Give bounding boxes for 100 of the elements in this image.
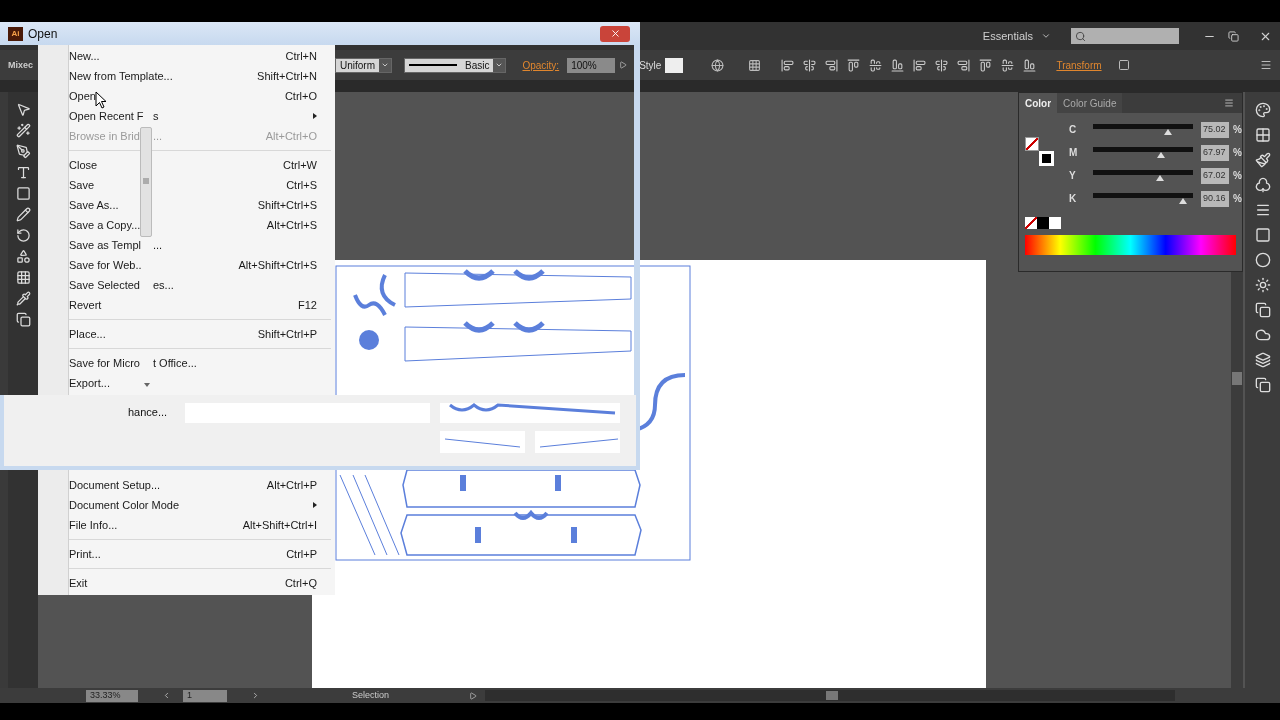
palette-icon[interactable] [1254, 102, 1271, 118]
align-icon[interactable] [891, 58, 905, 72]
copy-icon[interactable] [15, 312, 31, 327]
panel-tab[interactable]: Color Guide [1057, 93, 1123, 113]
profile-dropdown[interactable]: Uniform [335, 57, 392, 73]
scrollbar[interactable] [140, 127, 152, 237]
menu-item[interactable]: Save As... Shift+Ctrl+S [38, 195, 335, 215]
panel-tab[interactable]: Color [1019, 93, 1058, 113]
menu-item[interactable]: New... Ctrl+N [38, 46, 335, 66]
slider-thumb[interactable] [1164, 128, 1173, 135]
horizontal-scrollbar[interactable] [485, 690, 1176, 701]
wand-icon[interactable] [15, 123, 31, 138]
menu-item[interactable]: Save a Copy... Alt+Ctrl+S [38, 215, 335, 235]
lines-icon[interactable] [1254, 202, 1271, 218]
square-icon[interactable] [1117, 59, 1130, 71]
copy-icon[interactable] [1254, 377, 1271, 393]
align-icon[interactable] [781, 58, 795, 72]
rectangle-icon[interactable] [15, 186, 31, 201]
menu-item[interactable]: Save Ctrl+S [38, 175, 335, 195]
club-icon[interactable] [1254, 177, 1271, 193]
panel-menu-icon[interactable] [1260, 59, 1272, 71]
color-spectrum[interactable] [1025, 235, 1236, 255]
search-field[interactable] [1071, 28, 1179, 44]
menu-item[interactable]: Save for Micro t Office... [38, 353, 335, 373]
menu-item[interactable]: Place... Shift+Ctrl+P [38, 324, 335, 353]
type-icon[interactable] [15, 165, 31, 180]
next-icon[interactable] [251, 691, 260, 700]
grid-icon[interactable] [748, 58, 762, 72]
menu-item[interactable]: Print... Ctrl+P [38, 544, 335, 573]
stroke-swatch[interactable] [1039, 151, 1054, 166]
align-icon[interactable] [935, 58, 949, 72]
align-icon[interactable] [979, 58, 993, 72]
layers-icon[interactable] [1254, 352, 1271, 368]
slider-thumb[interactable] [1179, 197, 1188, 204]
transform-link[interactable]: Transform [1056, 57, 1102, 73]
slider-track[interactable] [1093, 169, 1194, 182]
copy-icon[interactable] [1254, 302, 1271, 318]
caret-icon [381, 61, 389, 69]
menu-item[interactable]: Document Setup... Alt+Ctrl+P [38, 475, 335, 495]
menu-item[interactable]: Save for Web.. Alt+Shift+Ctrl+S [38, 255, 335, 275]
slider-thumb[interactable] [1157, 151, 1166, 158]
circle-icon[interactable] [1254, 252, 1271, 268]
color-swatch[interactable] [1037, 217, 1049, 229]
panel-menu-icon[interactable] [1224, 98, 1234, 108]
value-field[interactable]: 90.16 [1201, 190, 1230, 207]
opacity-label[interactable]: Opacity: [522, 57, 560, 73]
menu-item[interactable]: Revert F12 [38, 295, 335, 324]
play-arrow-icon[interactable] [619, 61, 628, 69]
align-icon[interactable] [825, 58, 839, 72]
color-swatch[interactable] [1049, 217, 1061, 229]
selection-tool-icon[interactable] [15, 102, 31, 117]
workspace-dropdown[interactable]: Essentials [974, 27, 1059, 45]
align-icon[interactable] [869, 58, 883, 72]
scroll-down-icon[interactable] [144, 383, 150, 387]
play-arrow-icon[interactable] [469, 691, 478, 700]
pen-icon[interactable] [15, 144, 31, 159]
scroll-thumb[interactable] [826, 691, 839, 700]
align-icon[interactable] [913, 58, 927, 72]
shapes-icon[interactable] [15, 249, 31, 264]
align-icon[interactable] [1001, 58, 1015, 72]
none-swatch[interactable] [1025, 217, 1037, 229]
value-field[interactable]: 75.02 [1201, 121, 1230, 138]
sun-icon[interactable] [1254, 277, 1271, 293]
slider-thumb[interactable] [1156, 174, 1165, 181]
brush-icon[interactable] [1254, 152, 1271, 168]
slider-track[interactable] [1093, 146, 1194, 159]
menu-item[interactable]: Close Ctrl+W [38, 155, 335, 175]
fill-swatch[interactable] [1025, 137, 1039, 151]
align-icon[interactable] [1023, 58, 1037, 72]
slider-track[interactable] [1093, 123, 1194, 136]
slider-track[interactable] [1093, 192, 1194, 205]
restore-icon[interactable] [1228, 30, 1239, 42]
pencil-icon[interactable] [15, 207, 31, 222]
align-icon[interactable] [803, 58, 817, 72]
eyedropper-icon[interactable] [15, 291, 31, 306]
menu-item[interactable]: Save as Templ ... [38, 235, 335, 255]
align-icon[interactable] [847, 58, 861, 72]
menu-item[interactable]: New from Template... Shift+Ctrl+N [38, 66, 335, 86]
zoom-field[interactable]: 33.33% [86, 689, 138, 702]
grid-icon[interactable] [15, 270, 31, 285]
value-field[interactable]: 67.97 [1201, 144, 1230, 161]
opacity-field[interactable]: 100% [567, 57, 616, 73]
square-icon[interactable] [1254, 227, 1271, 243]
menu-item[interactable]: Exit Ctrl+Q [38, 573, 335, 593]
close-button[interactable] [600, 25, 630, 42]
style-swatch[interactable] [665, 57, 684, 73]
align-icon[interactable] [957, 58, 971, 72]
value-field[interactable]: 67.02 [1201, 167, 1230, 184]
menu-item[interactable]: File Info... Alt+Shift+Ctrl+I [38, 515, 335, 544]
brush-dropdown[interactable]: Basic [404, 57, 507, 73]
scroll-thumb[interactable] [1232, 372, 1242, 385]
menu-item[interactable]: Export... [38, 373, 335, 393]
menu-item[interactable]: Document Color Mode [38, 495, 335, 515]
grid-icon[interactable] [1254, 127, 1271, 143]
menu-item[interactable]: Save Selected es... [38, 275, 335, 295]
globe-icon[interactable] [711, 58, 725, 72]
previous-icon[interactable] [162, 691, 171, 700]
rotate-icon[interactable] [15, 228, 31, 243]
artboard-field[interactable]: 1 [183, 689, 227, 702]
cloud-icon[interactable] [1254, 327, 1271, 343]
